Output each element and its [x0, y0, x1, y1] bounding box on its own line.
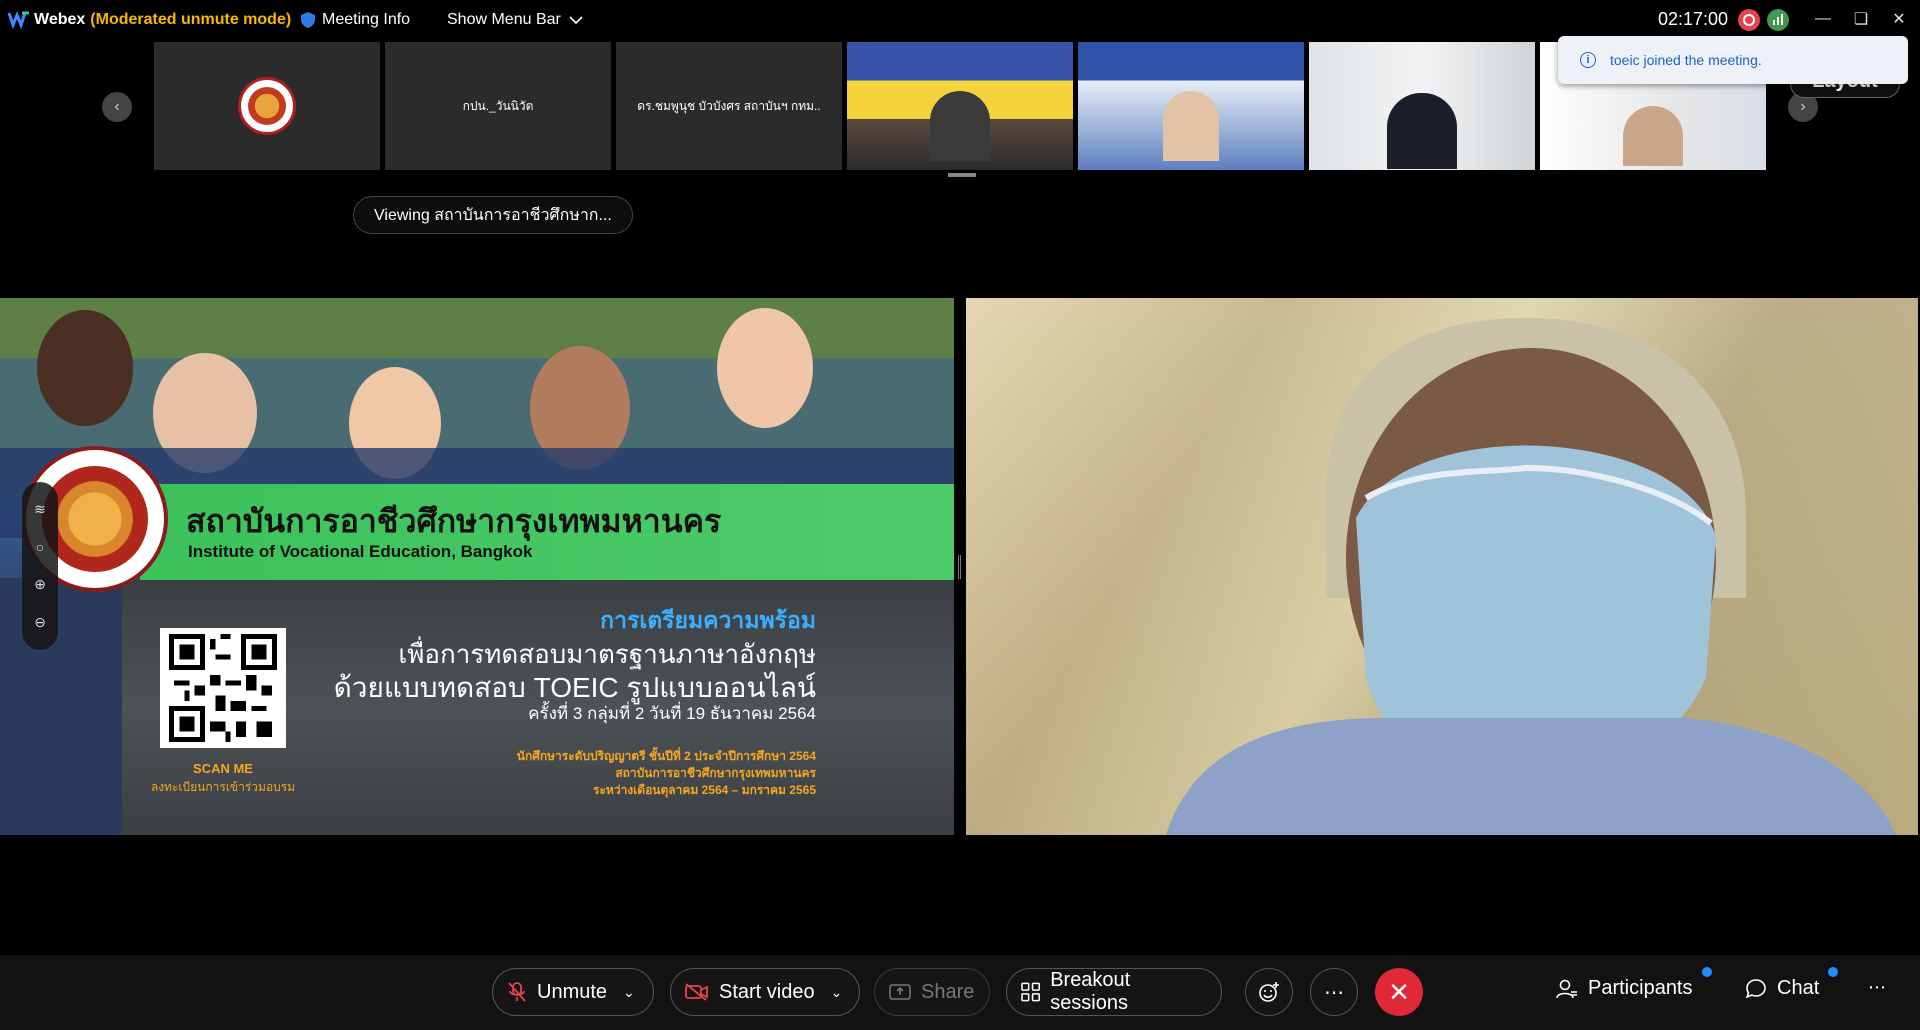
- title-bar: Webex (Moderated unmute mode) Meeting Inf…: [0, 0, 1920, 40]
- participant-video-tile[interactable]: [1078, 42, 1304, 170]
- minimize-icon: —: [1815, 10, 1831, 27]
- qr-code-image: [169, 634, 277, 742]
- chevron-right-icon: ›: [1800, 98, 1806, 115]
- close-icon: ✕: [1388, 976, 1410, 1007]
- reactions-button[interactable]: [1245, 968, 1293, 1016]
- more-options-button[interactable]: ⋯: [1310, 968, 1358, 1016]
- chat-icon: [1745, 978, 1766, 998]
- network-stats-icon[interactable]: [1767, 9, 1789, 31]
- chevron-down-icon: [569, 16, 583, 25]
- meeting-info-label: Meeting Info: [322, 11, 411, 28]
- mic-muted-icon: [508, 982, 526, 1002]
- annotation-toolbar: ≋ ○ ⊕ ⊖: [22, 482, 58, 650]
- webex-logo-icon: [8, 10, 29, 29]
- more-horizontal-icon: ⋯: [1868, 977, 1886, 997]
- chevron-left-icon: ‹: [114, 98, 120, 115]
- close-icon: ✕: [1892, 11, 1906, 28]
- meeting-timer: 02:17:00: [1658, 9, 1729, 29]
- pointer-icon[interactable]: ○: [36, 539, 44, 555]
- shared-content-slide: สถาบันการอาชีวศึกษากรุงเทพมหานคร Institu…: [0, 298, 954, 835]
- chevron-down-icon[interactable]: ⌄: [831, 984, 843, 1001]
- institute-name-thai: สถาบันการอาชีวศึกษากรุงเทพมหานคร: [186, 502, 722, 540]
- chat-button[interactable]: Chat: [1745, 977, 1819, 1000]
- start-video-button[interactable]: Start video ⌄: [670, 968, 860, 1016]
- unmute-label: Unmute: [537, 980, 608, 1003]
- chevron-down-icon[interactable]: ⌄: [623, 984, 635, 1001]
- viewing-label: Viewing สถาบันการอาชีวศึกษาก...: [374, 206, 612, 224]
- institute-banner: สถาบันการอาชีวศึกษากรุงเทพมหานคร Institu…: [140, 484, 954, 580]
- chat-notification-badge: [1828, 967, 1838, 977]
- annotate-pen-icon[interactable]: ≋: [34, 501, 46, 518]
- stage-splitter-handle[interactable]: [958, 555, 961, 579]
- participant-video: [930, 91, 990, 161]
- info-icon: i: [1580, 52, 1596, 68]
- zoom-in-icon[interactable]: ⊕: [34, 576, 46, 593]
- participants-notification-badge: [1702, 967, 1712, 977]
- meeting-controls-bar: Unmute ⌄ Start video ⌄ Share Breakout se…: [0, 955, 1920, 1030]
- slide-footer-3: ระหว่างเดือนตุลาคม 2564 – มกราคม 2565: [593, 783, 816, 797]
- institute-avatar: [238, 77, 296, 135]
- participant-tile[interactable]: [154, 42, 380, 170]
- speaker-video-frame: [966, 298, 1918, 835]
- breakout-sessions-button[interactable]: Breakout sessions: [1006, 968, 1222, 1016]
- filmstrip-resize-handle[interactable]: [948, 173, 976, 177]
- close-window-button[interactable]: ✕: [1884, 6, 1914, 32]
- recording-icon[interactable]: [1738, 9, 1760, 31]
- show-menu-bar-label: Show Menu Bar: [447, 11, 561, 28]
- participants-label: Participants: [1588, 977, 1693, 999]
- breakout-sessions-label: Breakout sessions: [1050, 969, 1131, 1014]
- zoom-out-icon[interactable]: ⊖: [34, 614, 46, 631]
- participant-video: [1623, 106, 1683, 166]
- more-panels-button[interactable]: ⋯: [1868, 977, 1886, 998]
- restore-button[interactable]: ❏: [1846, 6, 1876, 32]
- toast-message: toeic joined the meeting.: [1610, 52, 1762, 68]
- participant-video: [1387, 93, 1457, 169]
- leave-meeting-button[interactable]: ✕: [1375, 968, 1423, 1016]
- qr-code: [160, 628, 286, 748]
- more-horizontal-icon: ⋯: [1324, 981, 1344, 1004]
- app-name: Webex (Moderated unmute mode): [34, 11, 291, 29]
- share-icon: [889, 984, 911, 1000]
- participant-name: กปน._วันนิวัต: [462, 98, 534, 113]
- participant-video-tile[interactable]: [847, 42, 1073, 170]
- video-off-icon: [685, 983, 708, 1001]
- minimize-button[interactable]: —: [1808, 6, 1838, 32]
- share-label: Share: [921, 980, 975, 1003]
- unmute-button[interactable]: Unmute ⌄: [492, 968, 654, 1016]
- unmute-mode-label: (Moderated unmute mode): [90, 11, 292, 28]
- app-name-text: Webex: [34, 11, 86, 28]
- participant-name: ดร.ชมพูนุช บัวบังศร สถาบันฯ กทม..: [637, 98, 821, 113]
- participant-tile[interactable]: กปน._วันนิวัต: [385, 42, 611, 170]
- participant-video-tile[interactable]: [1309, 42, 1535, 170]
- join-notification-toast: i toeic joined the meeting.: [1558, 36, 1908, 84]
- participants-icon: [1556, 979, 1577, 998]
- show-menu-bar-button[interactable]: Show Menu Bar: [447, 11, 583, 29]
- emoji-reaction-icon: [1259, 982, 1279, 1002]
- restore-icon: ❏: [1853, 11, 1869, 28]
- participant-tile[interactable]: ดร.ชมพูนุช บัวบังศร สถาบันฯ กทม..: [616, 42, 842, 170]
- institute-name-english: Institute of Vocational Education, Bangk…: [188, 542, 533, 561]
- participant-video: [1163, 91, 1219, 161]
- breakout-grid-icon: [1021, 982, 1040, 1002]
- viewing-share-indicator[interactable]: Viewing สถาบันการอาชีวศึกษาก...: [353, 196, 633, 234]
- meeting-info-button[interactable]: Meeting Info: [300, 11, 410, 29]
- filmstrip-prev-button[interactable]: ‹: [102, 92, 132, 122]
- scan-me-label: SCAN ME: [193, 761, 253, 776]
- start-video-label: Start video: [719, 980, 815, 1003]
- active-speaker-video[interactable]: [966, 298, 1918, 835]
- participants-button[interactable]: Participants: [1556, 977, 1693, 1000]
- shield-icon: [301, 12, 315, 28]
- registration-label: ลงทะเบียนการเข้าร่วมอบรม: [150, 780, 296, 794]
- slide-date: ครั้งที่ 3 กลุ่มที่ 2 วันที่ 19 ธันวาคม …: [528, 704, 816, 723]
- share-button[interactable]: Share: [874, 968, 990, 1016]
- chat-label: Chat: [1777, 977, 1820, 999]
